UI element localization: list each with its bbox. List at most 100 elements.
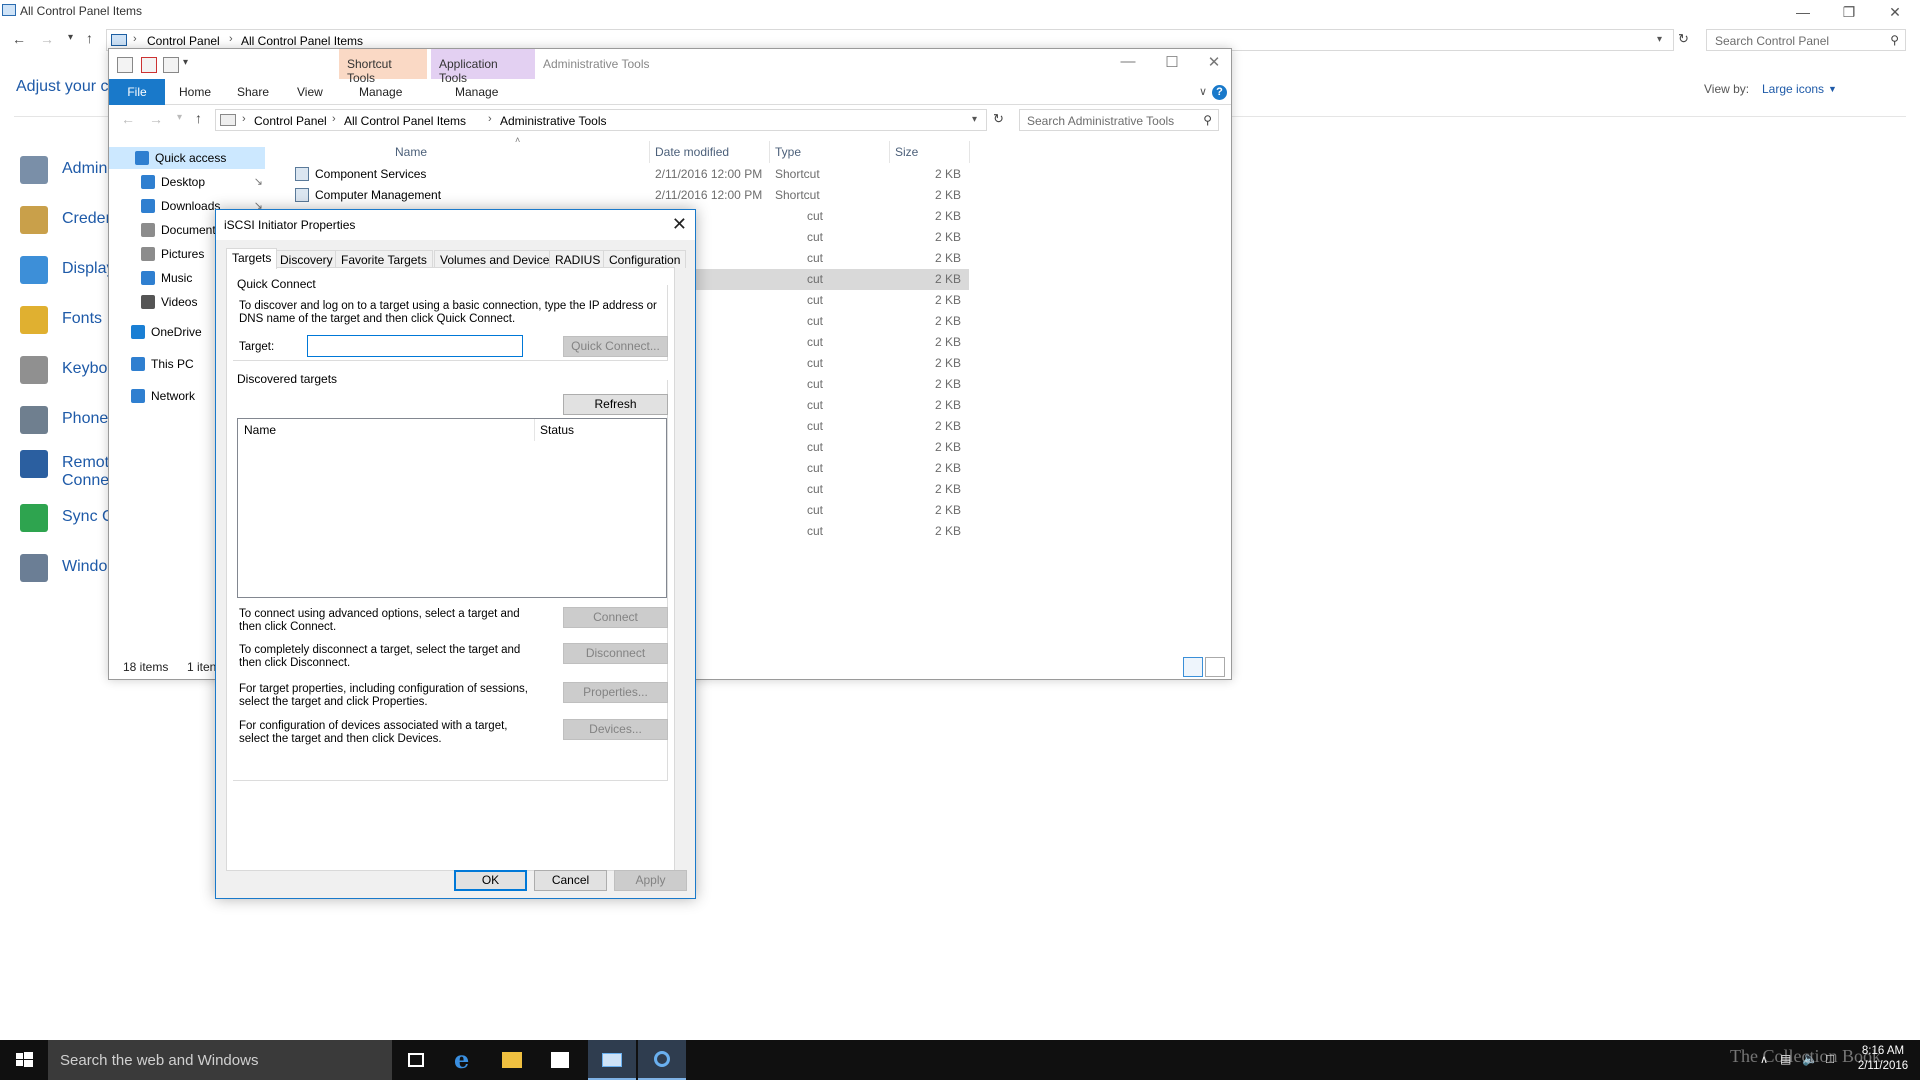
file-type: cut bbox=[807, 293, 824, 307]
refresh-icon[interactable]: ↻ bbox=[1678, 31, 1689, 47]
application-tools-tab[interactable]: Application Tools bbox=[431, 49, 535, 85]
address-dropdown-icon[interactable]: ▾ bbox=[972, 114, 977, 125]
forward-arrow-icon[interactable]: → bbox=[149, 111, 163, 127]
action-button[interactable]: Disconnect bbox=[563, 643, 668, 664]
task-view-button[interactable] bbox=[392, 1040, 440, 1080]
checkmark-icon[interactable] bbox=[141, 57, 157, 73]
tab-share[interactable]: Share bbox=[237, 85, 269, 99]
action-button[interactable]: Properties... bbox=[563, 682, 668, 703]
iscsi-taskbar-button[interactable] bbox=[638, 1040, 686, 1080]
recent-locations-chevron-icon[interactable]: ▾ bbox=[68, 32, 73, 43]
file-size: 2 KB bbox=[934, 461, 961, 475]
column-divider[interactable] bbox=[889, 141, 890, 163]
column-header-name[interactable]: Name bbox=[395, 145, 427, 159]
search-icon: ⚲ bbox=[1203, 113, 1212, 127]
customize-toolbar-icon[interactable]: ▾ bbox=[183, 57, 188, 68]
file-row[interactable]: Component Services 2/11/2016 12:00 PM Shor… bbox=[269, 164, 969, 185]
tab-targets[interactable]: Targets bbox=[226, 248, 278, 269]
address-dropdown-icon[interactable]: ▾ bbox=[1657, 34, 1662, 45]
taskbar-search-box[interactable]: Search the web and Windows bbox=[48, 1040, 392, 1080]
file-row[interactable]: Computer Management 2/11/2016 12:00 PM Sho… bbox=[269, 185, 969, 206]
tab-configuration[interactable]: Configuration bbox=[603, 250, 687, 268]
tab-view[interactable]: View bbox=[297, 85, 323, 99]
list-header-status[interactable]: Status bbox=[540, 423, 574, 437]
control-panel-taskbar-button[interactable] bbox=[588, 1040, 636, 1080]
column-header-date[interactable]: Date modified bbox=[655, 145, 729, 159]
new-folder-icon[interactable] bbox=[163, 57, 179, 73]
dialog-title: iSCSI Initiator Properties bbox=[224, 218, 356, 232]
details-view-icon[interactable] bbox=[1183, 657, 1203, 677]
column-header-size[interactable]: Size bbox=[895, 145, 918, 159]
target-input[interactable] bbox=[307, 335, 523, 357]
column-divider[interactable] bbox=[969, 141, 970, 163]
tab-discovery[interactable]: Discovery bbox=[274, 250, 339, 268]
taskbar-clock[interactable]: 8:16 AM 2/11/2016 bbox=[1850, 1044, 1916, 1074]
explorer-search-input[interactable]: Search Administrative Tools ⚲ bbox=[1019, 109, 1219, 131]
nav-item[interactable]: Quick access bbox=[109, 147, 265, 169]
back-arrow-icon[interactable]: ← bbox=[121, 111, 135, 127]
minimize-button[interactable]: — bbox=[1788, 2, 1818, 22]
minimize-button[interactable]: — bbox=[1113, 53, 1143, 73]
breadcrumb-control-panel[interactable]: Control Panel bbox=[147, 34, 220, 48]
start-button[interactable] bbox=[0, 1040, 48, 1080]
cancel-button[interactable]: Cancel bbox=[534, 870, 607, 891]
restore-button[interactable]: ❐ bbox=[1834, 2, 1864, 22]
refresh-icon[interactable]: ↻ bbox=[993, 111, 1004, 127]
nav-item-label: This PC bbox=[151, 357, 194, 371]
shortcut-icon bbox=[295, 188, 309, 202]
shortcut-tools-tab[interactable]: Shortcut Tools bbox=[339, 49, 427, 85]
back-arrow-icon[interactable]: ← bbox=[12, 31, 26, 47]
list-header-name[interactable]: Name bbox=[244, 423, 276, 437]
tab-radius[interactable]: RADIUS bbox=[549, 250, 607, 268]
refresh-button[interactable]: Refresh bbox=[563, 394, 668, 415]
nav-item[interactable]: Desktop ↘ bbox=[109, 171, 265, 193]
control-panel-item-icon bbox=[20, 504, 48, 532]
control-panel-search-input[interactable]: Search Control Panel ⚲ bbox=[1706, 29, 1906, 51]
large-icons-view-icon[interactable] bbox=[1205, 657, 1225, 677]
column-divider[interactable] bbox=[649, 141, 650, 163]
file-explorer-taskbar-button[interactable] bbox=[488, 1040, 536, 1080]
discovered-targets-list[interactable]: Name Status bbox=[237, 418, 667, 598]
column-header-type[interactable]: Type bbox=[775, 145, 801, 159]
file-type: cut bbox=[807, 209, 824, 223]
pin-icon: ↘ bbox=[253, 176, 263, 188]
apply-button[interactable]: Apply bbox=[614, 870, 687, 891]
tab-volumes-and-devices[interactable]: Volumes and Devices bbox=[434, 250, 562, 268]
close-icon[interactable]: ✕ bbox=[672, 214, 687, 235]
breadcrumb-administrative-tools[interactable]: Administrative Tools bbox=[500, 114, 607, 128]
ok-button[interactable]: OK bbox=[454, 870, 527, 891]
iscsi-initiator-icon bbox=[654, 1051, 670, 1067]
recent-locations-chevron-icon[interactable]: ▾ bbox=[177, 112, 182, 123]
expand-ribbon-icon[interactable]: ∨ bbox=[1199, 85, 1207, 98]
maximize-button[interactable]: ☐ bbox=[1157, 53, 1187, 73]
tab-home[interactable]: Home bbox=[179, 85, 211, 99]
breadcrumb-all-items[interactable]: All Control Panel Items bbox=[241, 34, 363, 48]
forward-arrow-icon[interactable]: → bbox=[40, 31, 54, 47]
action-button[interactable]: Devices... bbox=[563, 719, 668, 740]
edge-taskbar-button[interactable]: e bbox=[440, 1040, 488, 1080]
explorer-address-bar[interactable]: › Control Panel › All Control Panel Item… bbox=[215, 109, 987, 131]
column-divider[interactable] bbox=[769, 141, 770, 163]
file-size: 2 KB bbox=[934, 482, 961, 496]
breadcrumb-all-items[interactable]: All Control Panel Items bbox=[344, 114, 466, 128]
up-arrow-icon[interactable]: ↑ bbox=[86, 30, 93, 46]
close-button[interactable]: ✕ bbox=[1199, 53, 1229, 73]
tab-file[interactable]: File bbox=[109, 79, 165, 105]
store-taskbar-button[interactable] bbox=[536, 1040, 584, 1080]
file-size: 2 KB bbox=[934, 398, 961, 412]
up-arrow-icon[interactable]: ↑ bbox=[195, 110, 202, 126]
action-button[interactable]: Connect bbox=[563, 607, 668, 628]
tab-manage-shortcut[interactable]: Manage bbox=[359, 85, 402, 99]
close-button[interactable]: ✕ bbox=[1880, 2, 1910, 22]
tab-favorite-targets[interactable]: Favorite Targets bbox=[335, 250, 433, 268]
file-date: 2/11/2016 12:00 PM bbox=[655, 167, 763, 181]
file-type: cut bbox=[807, 524, 824, 538]
help-icon[interactable]: ? bbox=[1212, 85, 1227, 100]
tab-manage-application[interactable]: Manage bbox=[455, 85, 498, 99]
view-by-dropdown[interactable]: Large icons ▼ bbox=[1762, 82, 1837, 96]
column-divider[interactable] bbox=[534, 419, 535, 441]
breadcrumb-separator-icon: › bbox=[242, 113, 246, 125]
properties-icon[interactable] bbox=[117, 57, 133, 73]
breadcrumb-control-panel[interactable]: Control Panel bbox=[254, 114, 327, 128]
quick-connect-button[interactable]: Quick Connect... bbox=[563, 336, 668, 357]
